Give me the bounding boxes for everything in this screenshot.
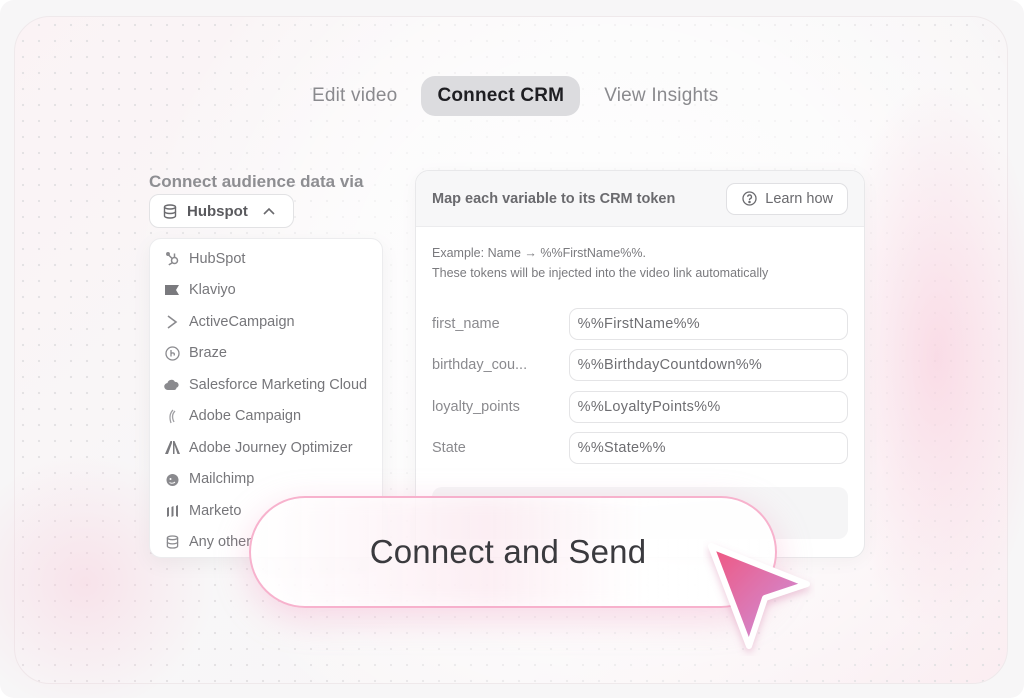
panel-header: Map each variable to its CRM token Learn… — [416, 171, 864, 227]
klaviyo-flag-icon — [164, 282, 180, 298]
mapping-row: first_name %%FirstName%% — [432, 303, 848, 345]
braze-icon — [164, 345, 180, 361]
token-input[interactable]: %%BirthdayCountdown%% — [568, 349, 848, 382]
cursor-arrow-icon — [708, 543, 810, 649]
list-item[interactable]: Adobe Journey Optimizer — [150, 432, 382, 464]
salesforce-cloud-icon — [164, 377, 180, 393]
mapping-row: birthday_cou... %%BirthdayCountdown%% — [432, 345, 848, 387]
tab-view-insights[interactable]: View Insights — [588, 76, 734, 116]
marketo-icon — [164, 503, 180, 519]
example-line: Example: Name → %%FirstName%%. — [432, 246, 646, 260]
token-input[interactable]: %%FirstName%% — [568, 307, 848, 340]
adobe-icon — [164, 440, 180, 456]
tab-edit-video[interactable]: Edit video — [296, 76, 413, 116]
tab-connect-crm[interactable]: Connect CRM — [421, 76, 581, 116]
variable-name: first_name — [432, 315, 500, 332]
connect-and-send-button[interactable]: Connect and Send — [249, 496, 777, 608]
list-item[interactable]: ActiveCampaign — [150, 306, 382, 338]
panel-title: Map each variable to its CRM token — [432, 190, 676, 207]
variable-name: birthday_cou... — [432, 357, 528, 374]
learn-how-label: Learn how — [765, 190, 833, 207]
example-text: Example: Name → %%FirstName%%. These tok… — [416, 227, 864, 283]
crm-select-value: Hubspot — [187, 202, 248, 220]
list-item[interactable]: Adobe Campaign — [150, 401, 382, 433]
chevron-up-icon — [263, 204, 275, 218]
database-icon — [162, 203, 178, 219]
mailchimp-icon — [164, 471, 180, 487]
connect-and-send-label: Connect and Send — [369, 533, 647, 570]
variable-name: loyalty_points — [432, 398, 520, 415]
list-item[interactable]: Klaviyo — [150, 275, 382, 307]
list-item[interactable]: Braze — [150, 338, 382, 370]
example-hint: These tokens will be injected into the v… — [432, 266, 769, 280]
activecampaign-chevron-icon — [164, 314, 180, 330]
token-input[interactable]: %%State%% — [568, 432, 848, 465]
adobe-campaign-icon — [164, 408, 180, 424]
variable-name: State — [432, 440, 466, 457]
token-input[interactable]: %%LoyaltyPoints%% — [568, 390, 848, 423]
mapping-rows: first_name %%FirstName%% birthday_cou...… — [416, 283, 864, 469]
crm-select[interactable]: Hubspot — [149, 194, 294, 228]
step-tabs: Edit video Connect CRM View Insights — [296, 75, 734, 117]
hubspot-icon — [164, 251, 180, 267]
screen: Edit video Connect CRM View Insights Con… — [0, 0, 1024, 698]
learn-how-button[interactable]: Learn how — [726, 182, 848, 215]
mapping-row: State %%State%% — [432, 428, 848, 470]
list-item[interactable]: HubSpot — [150, 243, 382, 275]
list-item[interactable]: Mailchimp — [150, 464, 382, 496]
help-circle-icon — [741, 191, 757, 207]
mapping-row: loyalty_points %%LoyaltyPoints%% — [432, 386, 848, 428]
list-item[interactable]: Salesforce Marketing Cloud — [150, 369, 382, 401]
connect-audience-label: Connect audience data via — [149, 172, 364, 191]
database-icon — [164, 534, 180, 550]
